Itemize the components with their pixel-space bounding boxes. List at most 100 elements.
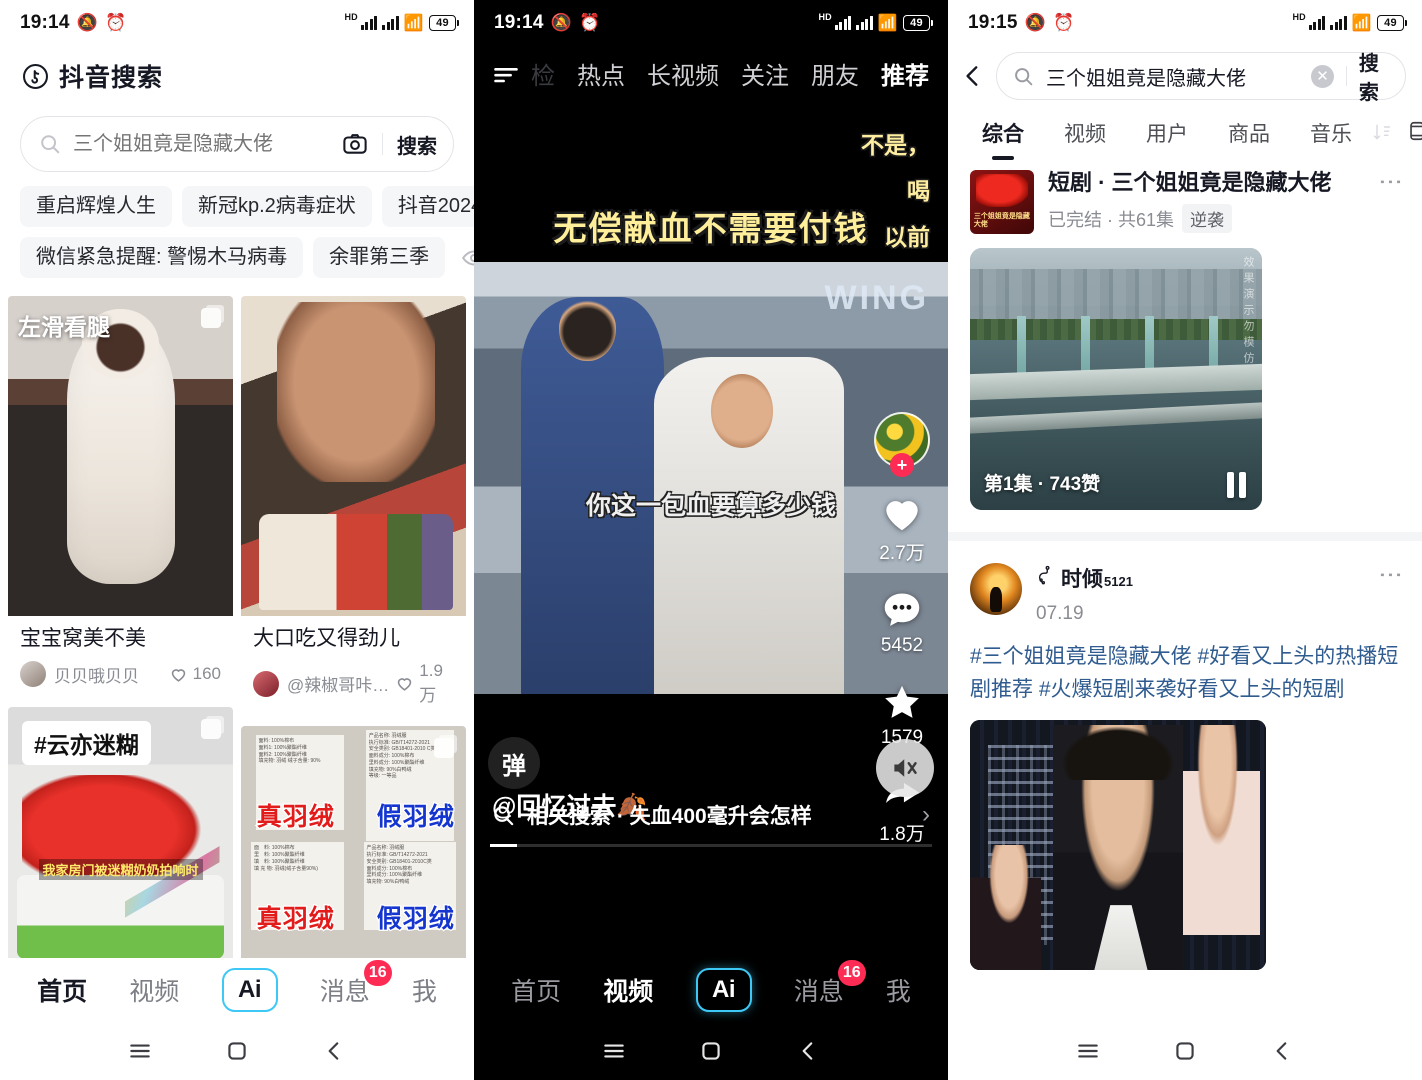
tab-users[interactable]: 用户 xyxy=(1126,110,1208,156)
camera-search-icon[interactable] xyxy=(342,131,368,157)
episode-info: 第1集 · 743赞 xyxy=(984,474,1101,495)
device-icon[interactable] xyxy=(1406,120,1422,146)
post-author-name[interactable]: 时倾 5121 xyxy=(1036,563,1367,593)
thumbnail[interactable]: 面料: 100%棉布 面料1: 100%聚酯纤维 面料2: 100%聚酯纤维 填充物:… xyxy=(241,726,466,989)
tab-video[interactable]: 视频 xyxy=(603,972,653,1008)
like-button[interactable]: 2.7万 xyxy=(879,490,925,565)
tab-experience[interactable]: 检 xyxy=(520,50,566,97)
tab-home[interactable]: 首页 xyxy=(37,972,87,1008)
tab-video[interactable]: 视频 xyxy=(1044,110,1126,156)
follow-plus-icon[interactable]: + xyxy=(890,453,914,477)
sunflower-avatar[interactable]: + xyxy=(874,412,930,477)
three-panel-screenshot: 19:14 🔕 ⏰ HD 📶 49 抖音搜索 三个姐姐竟是隐藏大佬 搜索 重启辉… xyxy=(0,0,1422,1080)
feed-card[interactable]: 面料: 100%棉布 面料1: 100%聚酯纤维 面料2: 100%聚酯纤维 填充物:… xyxy=(241,726,466,989)
thumbnail[interactable]: 左滑看腿 xyxy=(8,296,233,616)
post-result-card[interactable]: 时倾 5121 07.19 ⋮ #三个姐姐竟是隐藏大佬 #好看又上头的热播短剧推荐… xyxy=(948,541,1422,993)
sort-icon[interactable] xyxy=(1372,122,1392,144)
card-author[interactable]: 贝贝哦贝贝 xyxy=(54,662,139,687)
trending-chips: 重启辉煌人生 新冠kp.2病毒症状 抖音2024足迹 微信紧急提醒: 警惕木马病… xyxy=(0,172,474,278)
tab-video[interactable]: 视频 xyxy=(129,972,179,1008)
bell-off-icon: 🔕 xyxy=(76,13,98,32)
page-title: 抖音搜索 xyxy=(59,64,164,92)
drama-genre-tag: 逆袭 xyxy=(1182,204,1233,234)
drama-result-card[interactable]: 三个姐姐竟是隐藏大佬 短剧 · 三个姐姐竟是隐藏大佬 已完结 · 共61集 逆袭… xyxy=(948,156,1422,532)
avatar[interactable] xyxy=(970,563,1022,615)
tab-recommend[interactable]: 推荐 xyxy=(870,50,940,97)
menu-icon[interactable] xyxy=(601,1038,627,1064)
pause-icon[interactable] xyxy=(1227,472,1246,498)
home-square-icon[interactable] xyxy=(224,1038,250,1064)
post-image[interactable] xyxy=(970,720,1266,971)
tab-following[interactable]: 关注 xyxy=(730,50,800,97)
search-button[interactable]: 搜索 xyxy=(1359,47,1391,105)
back-icon[interactable] xyxy=(795,1038,821,1064)
tab-messages[interactable]: 消息 16 xyxy=(793,960,866,1008)
feed-card[interactable]: #云亦迷糊 我家房门被迷糊奶奶拍响时 xyxy=(8,707,233,970)
back-icon[interactable] xyxy=(1269,1038,1295,1064)
more-vertical-icon[interactable]: ⋮ xyxy=(1377,563,1404,587)
ai-button[interactable]: Ai xyxy=(695,968,752,1012)
danmu-toggle-button[interactable]: 弹 xyxy=(488,737,540,789)
more-vertical-icon[interactable]: ⋮ xyxy=(1377,170,1404,194)
chip-item[interactable]: 新冠kp.2病毒症状 xyxy=(182,186,372,227)
tab-messages[interactable]: 消息 16 xyxy=(320,960,392,1008)
clear-circle-icon[interactable]: ✕ xyxy=(1311,64,1334,88)
tab-home[interactable]: 首页 xyxy=(511,972,561,1008)
search-bar[interactable]: 搜索 xyxy=(20,116,454,172)
chip-item[interactable]: 抖音2024足迹 xyxy=(381,186,474,227)
tab-messages-label: 消息 xyxy=(793,978,844,1006)
chip-item[interactable]: 重启辉煌人生 xyxy=(20,186,172,227)
card-author[interactable]: @辣椒哥咔咔磕 xyxy=(287,671,395,696)
tab-profile[interactable]: 我 xyxy=(412,972,437,1008)
hamburger-icon[interactable] xyxy=(492,60,520,88)
chip-item[interactable]: 余罪第三季 xyxy=(313,237,446,278)
thumbnail[interactable]: #云亦迷糊 我家房门被迷糊奶奶拍响时 xyxy=(8,707,233,970)
chevron-left-icon[interactable] xyxy=(960,63,986,89)
tab-products[interactable]: 商品 xyxy=(1208,110,1290,156)
multi-image-badge-icon xyxy=(201,308,221,328)
search-input[interactable] xyxy=(1034,64,1311,88)
ai-button[interactable]: Ai xyxy=(221,968,278,1012)
thumbnail[interactable] xyxy=(241,296,466,616)
chevron-right-icon: › xyxy=(922,801,930,828)
android-navbar-left xyxy=(0,1022,474,1080)
comment-button[interactable]: 5452 xyxy=(879,587,925,657)
feed-card[interactable]: 大口吃又得劲儿 @辣椒哥咔咔磕 1.9万 xyxy=(241,296,466,719)
battery-indicator: 49 xyxy=(1377,15,1407,31)
home-square-icon[interactable] xyxy=(698,1038,724,1064)
post-author-suffix: 5121 xyxy=(1104,574,1133,589)
drama-subline: 已完结 · 共61集 逆袭 xyxy=(1048,204,1367,234)
search-input[interactable] xyxy=(61,132,342,156)
tab-long-video[interactable]: 长视频 xyxy=(636,50,730,97)
heart-icon xyxy=(395,674,414,693)
tab-hotspot[interactable]: 热点 xyxy=(566,50,636,97)
drama-cover-image[interactable]: 三个姐姐竟是隐藏大佬 xyxy=(970,170,1034,234)
related-search-bar[interactable]: 相关搜索 · 失血400毫升会怎样 › xyxy=(474,789,948,841)
card-title: 大口吃又得劲儿 xyxy=(253,627,400,650)
chip-row-2: 微信紧急提醒: 警惕木马病毒 余罪第三季 xyxy=(20,237,474,278)
post-hashtag-text[interactable]: #三个姐姐竟是隐藏大佬 #好看又上头的热播短剧推荐 #火爆短剧来袭好看又上头的短… xyxy=(970,641,1400,706)
top-nav: 检 热点 长视频 关注 朋友 推荐 xyxy=(474,46,948,97)
tab-profile[interactable]: 我 xyxy=(886,972,911,1008)
tab-friends[interactable]: 朋友 xyxy=(800,50,870,97)
menu-icon[interactable] xyxy=(1075,1038,1101,1064)
tab-all[interactable]: 综合 xyxy=(962,110,1044,156)
wifi-icon: 📶 xyxy=(1351,15,1372,32)
eye-icon[interactable] xyxy=(461,245,474,271)
search-button[interactable]: 搜索 xyxy=(397,130,437,159)
video-stage[interactable]: 不是， 喝 以前 无偿献血不需要付钱 WING 你这一包血要算多少钱 + 2.7… xyxy=(474,94,948,965)
multi-image-badge-icon xyxy=(201,719,221,740)
home-square-icon[interactable] xyxy=(1172,1038,1198,1064)
signal-icon-2 xyxy=(856,16,873,30)
feed-card[interactable]: 左滑看腿 宝宝窝美不美 贝贝哦贝贝 160 xyxy=(8,296,233,700)
back-icon[interactable] xyxy=(321,1038,347,1064)
tab-music[interactable]: 音乐 xyxy=(1290,110,1372,156)
video-feed-grid: 左滑看腿 宝宝窝美不美 贝贝哦贝贝 160 #云亦迷糊 我家房门被迷糊奶奶拍响时… xyxy=(0,288,474,989)
star-icon xyxy=(879,679,925,725)
chip-item[interactable]: 微信紧急提醒: 警惕木马病毒 xyxy=(20,237,304,278)
video-progress-bar[interactable] xyxy=(490,844,932,847)
search-bar[interactable]: ✕ 搜索 xyxy=(996,52,1406,104)
bell-off-icon: 🔕 xyxy=(550,13,572,32)
menu-icon[interactable] xyxy=(127,1038,153,1064)
drama-video-preview[interactable]: 效果演示勿模仿 第1集 · 743赞 xyxy=(970,248,1262,510)
